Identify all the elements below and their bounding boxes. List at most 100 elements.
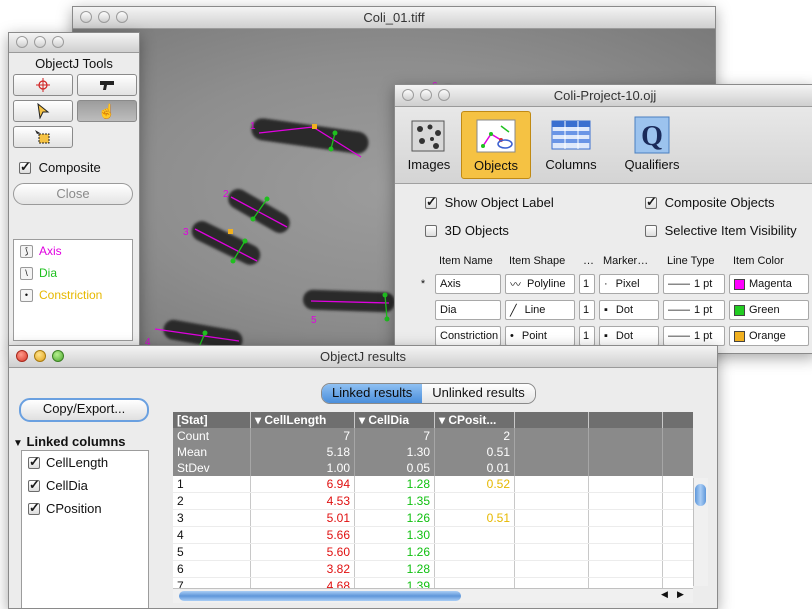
marker-tool-button[interactable]	[13, 74, 73, 96]
result-cell[interactable]	[663, 561, 693, 577]
header-celllength[interactable]: ▾ CellLength	[251, 412, 355, 428]
result-cell[interactable]: 1.35	[355, 493, 435, 509]
item-shape-select[interactable]: ╱ Line	[505, 300, 575, 320]
tab-columns[interactable]: Columns	[539, 111, 603, 177]
tab-qualifiers[interactable]: Q Qualifiers	[617, 111, 687, 177]
item-color-select[interactable]: Green	[729, 300, 809, 320]
celllength-checkbox[interactable]	[28, 454, 40, 470]
selective-visibility-checkbox[interactable]	[645, 225, 657, 237]
zoom-window-button[interactable]	[52, 36, 64, 48]
item-dia[interactable]: \ Dia	[14, 262, 132, 284]
linked-columns-header[interactable]: ▼ Linked columns	[13, 434, 126, 449]
header-stat[interactable]: [Stat]	[173, 412, 251, 428]
hand-tool-button[interactable]: ☝	[77, 100, 137, 122]
result-cell[interactable]	[589, 476, 663, 492]
linked-results-tab[interactable]: Linked results	[322, 384, 423, 403]
result-cell[interactable]: 1.26	[355, 544, 435, 560]
objects-3d-option[interactable]: 3D Objects	[425, 223, 509, 238]
result-cell[interactable]: 1.28	[355, 476, 435, 492]
tab-objects[interactable]: Objects	[461, 111, 531, 179]
close-window-button[interactable]	[16, 36, 28, 48]
result-cell[interactable]: 4.68	[251, 578, 355, 588]
item-color-select[interactable]: Magenta	[729, 274, 809, 294]
item-shape-select[interactable]: 〰 Polyline	[505, 274, 575, 294]
result-cell[interactable]: 0.52	[435, 476, 515, 492]
row-index-cell[interactable]: 5	[173, 544, 251, 560]
move-tool-button[interactable]	[13, 126, 73, 148]
minimize-window-button[interactable]	[34, 36, 46, 48]
result-cell[interactable]	[589, 578, 663, 588]
tab-images[interactable]: Images	[403, 111, 455, 177]
result-cell[interactable]	[663, 578, 693, 588]
result-cell[interactable]	[663, 527, 693, 543]
result-cell[interactable]	[589, 493, 663, 509]
show-object-label-checkbox[interactable]	[425, 194, 437, 210]
result-cell[interactable]	[589, 527, 663, 543]
result-cell[interactable]: 1.39	[355, 578, 435, 588]
result-cell[interactable]	[435, 578, 515, 588]
item-name-field[interactable]: Axis	[435, 274, 501, 294]
show-object-label-option[interactable]: Show Object Label	[425, 194, 554, 210]
horizontal-scrollbar[interactable]: ◀ ▶	[173, 588, 693, 603]
selective-visibility-option[interactable]: Selective Item Visibility	[645, 223, 797, 238]
disclosure-triangle-icon[interactable]: ▼	[13, 438, 23, 449]
object-row-dia[interactable]: Dia ╱ Line 1 ▪ Dot —— 1 pt Green	[411, 297, 812, 323]
item-color-select[interactable]: Orange	[729, 326, 809, 346]
result-cell[interactable]: 3.82	[251, 561, 355, 577]
result-cell[interactable]	[515, 510, 589, 526]
header-cposition[interactable]: ▾ CPosit...	[435, 412, 515, 428]
marker-select[interactable]: · Pixel	[599, 274, 659, 294]
item-count-field[interactable]: 1	[579, 274, 595, 294]
marker-select[interactable]: ▪ Dot	[599, 326, 659, 346]
marker-select[interactable]: ▪ Dot	[599, 300, 659, 320]
row-index-cell[interactable]: 1	[173, 476, 251, 492]
scroll-right-arrow-icon[interactable]: ▶	[677, 589, 684, 600]
result-cell[interactable]	[515, 561, 589, 577]
linked-column-celldia[interactable]: CellDia	[22, 474, 148, 497]
row-index-cell[interactable]: 6	[173, 561, 251, 577]
item-count-field[interactable]: 1	[579, 326, 595, 346]
composite-objects-option[interactable]: Composite Objects	[645, 194, 774, 210]
cposition-checkbox[interactable]	[28, 500, 40, 516]
table-row[interactable]: 6 3.82 1.28	[173, 561, 693, 578]
result-cell[interactable]	[663, 510, 693, 526]
result-cell[interactable]	[515, 493, 589, 509]
result-cell[interactable]: 1.30	[355, 527, 435, 543]
line-type-select[interactable]: —— 1 pt	[663, 274, 725, 294]
result-cell[interactable]: 5.60	[251, 544, 355, 560]
result-cell[interactable]	[589, 561, 663, 577]
line-type-select[interactable]: —— 1 pt	[663, 300, 725, 320]
result-cell[interactable]: 6.94	[251, 476, 355, 492]
row-index-cell[interactable]: 2	[173, 493, 251, 509]
vertical-scroll-thumb[interactable]	[695, 484, 706, 506]
row-index-cell[interactable]: 7	[173, 578, 251, 588]
table-row[interactable]: 2 4.53 1.35	[173, 493, 693, 510]
result-cell[interactable]	[515, 544, 589, 560]
result-cell[interactable]	[663, 544, 693, 560]
result-cell[interactable]	[589, 510, 663, 526]
result-cell[interactable]	[515, 578, 589, 588]
result-cell[interactable]	[435, 493, 515, 509]
results-titlebar[interactable]: ObjectJ results	[9, 346, 717, 368]
copy-export-button[interactable]: Copy/Export...	[19, 398, 149, 422]
result-cell[interactable]	[435, 561, 515, 577]
table-row[interactable]: 5 5.60 1.26	[173, 544, 693, 561]
objects-3d-checkbox[interactable]	[425, 225, 437, 237]
result-cell[interactable]	[663, 493, 693, 509]
line-type-select[interactable]: —— 1 pt	[663, 326, 725, 346]
table-row[interactable]: 1 6.94 1.28 0.52	[173, 476, 693, 493]
result-cell[interactable]: 5.66	[251, 527, 355, 543]
object-row-axis[interactable]: * Axis 〰 Polyline 1 · Pixel —— 1 pt Magenta	[411, 271, 812, 297]
result-cell[interactable]	[515, 527, 589, 543]
horizontal-scroll-thumb[interactable]	[179, 591, 461, 601]
result-cell[interactable]	[435, 544, 515, 560]
table-row[interactable]: 7 4.68 1.39	[173, 578, 693, 588]
item-name-field[interactable]: Dia	[435, 300, 501, 320]
result-cell[interactable]	[435, 527, 515, 543]
item-axis[interactable]: ⟆ Axis	[14, 240, 132, 262]
item-shape-select[interactable]: • Point	[505, 326, 575, 346]
composite-objects-checkbox[interactable]	[645, 194, 657, 210]
item-constriction[interactable]: • Constriction	[14, 284, 132, 306]
project-titlebar[interactable]: Coli-Project-10.ojj	[395, 85, 812, 107]
item-name-field[interactable]: Constriction	[435, 326, 501, 346]
